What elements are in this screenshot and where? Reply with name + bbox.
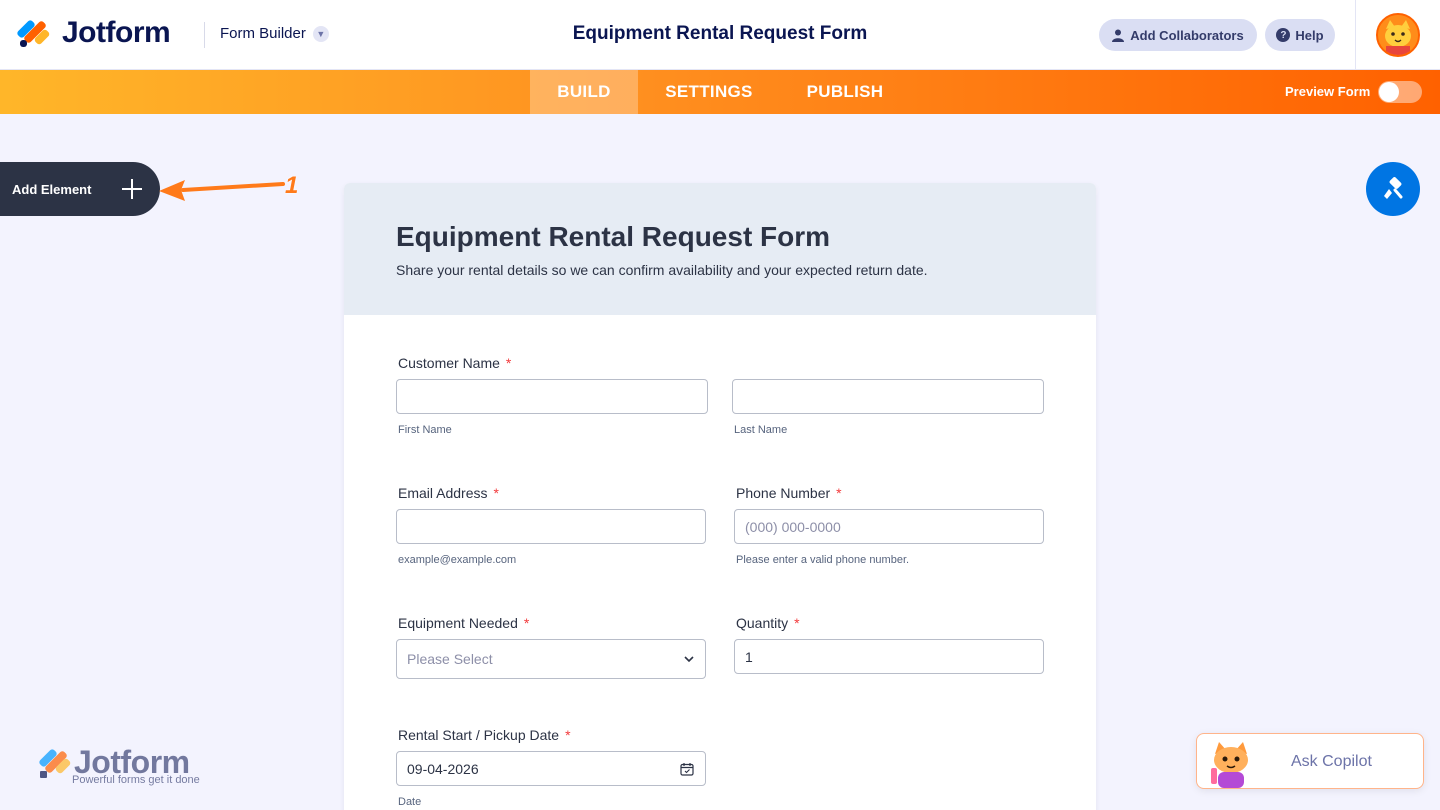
add-collaborators-button[interactable]: Add Collaborators	[1099, 19, 1257, 51]
form-builder-label: Form Builder	[220, 25, 306, 42]
top-header: Jotform Form Builder ▼ Equipment Rental …	[0, 0, 1440, 70]
start-date-value: 09-04-2026	[407, 760, 479, 777]
equipment-placeholder: Please Select	[407, 651, 493, 667]
phone-input[interactable]: (000) 000-0000	[734, 509, 1044, 544]
start-date-sublabel: Date	[398, 796, 422, 808]
email-field[interactable]	[396, 509, 706, 544]
tab-settings[interactable]: SETTINGS	[648, 70, 770, 114]
required-marker: *	[794, 615, 800, 631]
header-divider	[204, 22, 205, 48]
add-element-button[interactable]: Add Element	[0, 162, 160, 216]
tab-publish[interactable]: PUBLISH	[790, 70, 900, 114]
avatar[interactable]	[1376, 13, 1420, 57]
form-card: Equipment Rental Request Form Share your…	[344, 183, 1096, 810]
customer-name-label: Customer Name *	[398, 355, 512, 371]
phone-label: Phone Number *	[736, 485, 842, 501]
quantity-label: Quantity *	[736, 615, 800, 631]
annotation-arrow-icon	[159, 180, 285, 201]
calendar-icon[interactable]	[680, 762, 694, 776]
first-name-sublabel: First Name	[398, 424, 452, 436]
user-icon	[1112, 29, 1125, 42]
first-name-input[interactable]	[396, 379, 708, 414]
required-marker: *	[836, 485, 842, 501]
last-name-input[interactable]	[732, 379, 1044, 414]
header-divider-right	[1355, 0, 1356, 70]
quantity-value: 1	[745, 648, 753, 665]
plus-icon	[122, 179, 142, 199]
toggle-knob	[1379, 82, 1399, 102]
last-name-sublabel: Last Name	[734, 424, 788, 436]
chevron-down-icon: ▼	[312, 25, 329, 42]
form-title: Equipment Rental Request Form	[396, 221, 831, 252]
form-designer-button[interactable]	[1366, 162, 1420, 216]
start-date-input[interactable]: 09-04-2026	[396, 751, 706, 786]
builder-nav-bar: BUILD SETTINGS PUBLISH Preview Form	[0, 70, 1440, 114]
question-icon: ?	[1276, 28, 1291, 42]
quantity-input[interactable]: 1	[734, 639, 1044, 674]
equipment-label: Equipment Needed *	[398, 615, 530, 631]
email-label: Email Address *	[398, 485, 499, 501]
add-element-label: Add Element	[12, 181, 92, 197]
jotform-logo-icon	[39, 749, 71, 778]
paint-roller-icon	[1384, 177, 1403, 199]
help-label: Help	[1295, 27, 1324, 43]
help-button[interactable]: ? Help	[1265, 19, 1335, 51]
chevron-down-icon	[684, 656, 694, 663]
add-collaborators-label: Add Collaborators	[1130, 27, 1244, 43]
equipment-select[interactable]: Please Select	[396, 639, 706, 679]
copilot-cat-icon	[1211, 742, 1248, 788]
form-builder-dropdown[interactable]: Form Builder ▼	[220, 25, 329, 42]
required-marker: *	[565, 727, 571, 743]
required-marker: *	[523, 615, 530, 631]
jotform-logo-icon	[16, 17, 51, 49]
preview-form-label: Preview Form	[1285, 84, 1371, 99]
email-sublabel: example@example.com	[398, 554, 517, 566]
form-header[interactable]: Equipment Rental Request Form Share your…	[344, 183, 1096, 315]
required-marker: *	[493, 485, 499, 501]
start-date-label: Rental Start / Pickup Date *	[398, 727, 571, 743]
phone-placeholder: (000) 000-0000	[745, 518, 841, 535]
brand-name: Jotform	[62, 16, 171, 49]
cat-avatar-icon	[1378, 15, 1418, 55]
ask-copilot-label: Ask Copilot	[1291, 753, 1372, 770]
ask-copilot-button[interactable]: Ask Copilot	[1196, 733, 1424, 789]
required-marker: *	[505, 355, 512, 371]
jotform-logo[interactable]: Jotform	[16, 16, 171, 50]
watermark-tagline: Powerful forms get it done	[72, 774, 200, 786]
preview-form-toggle[interactable]	[1378, 81, 1422, 103]
form-subtitle: Share your rental details so we can conf…	[396, 262, 928, 278]
annotation-number: 1	[285, 172, 299, 199]
tab-build[interactable]: BUILD	[530, 70, 638, 114]
phone-sublabel: Please enter a valid phone number.	[736, 554, 910, 566]
